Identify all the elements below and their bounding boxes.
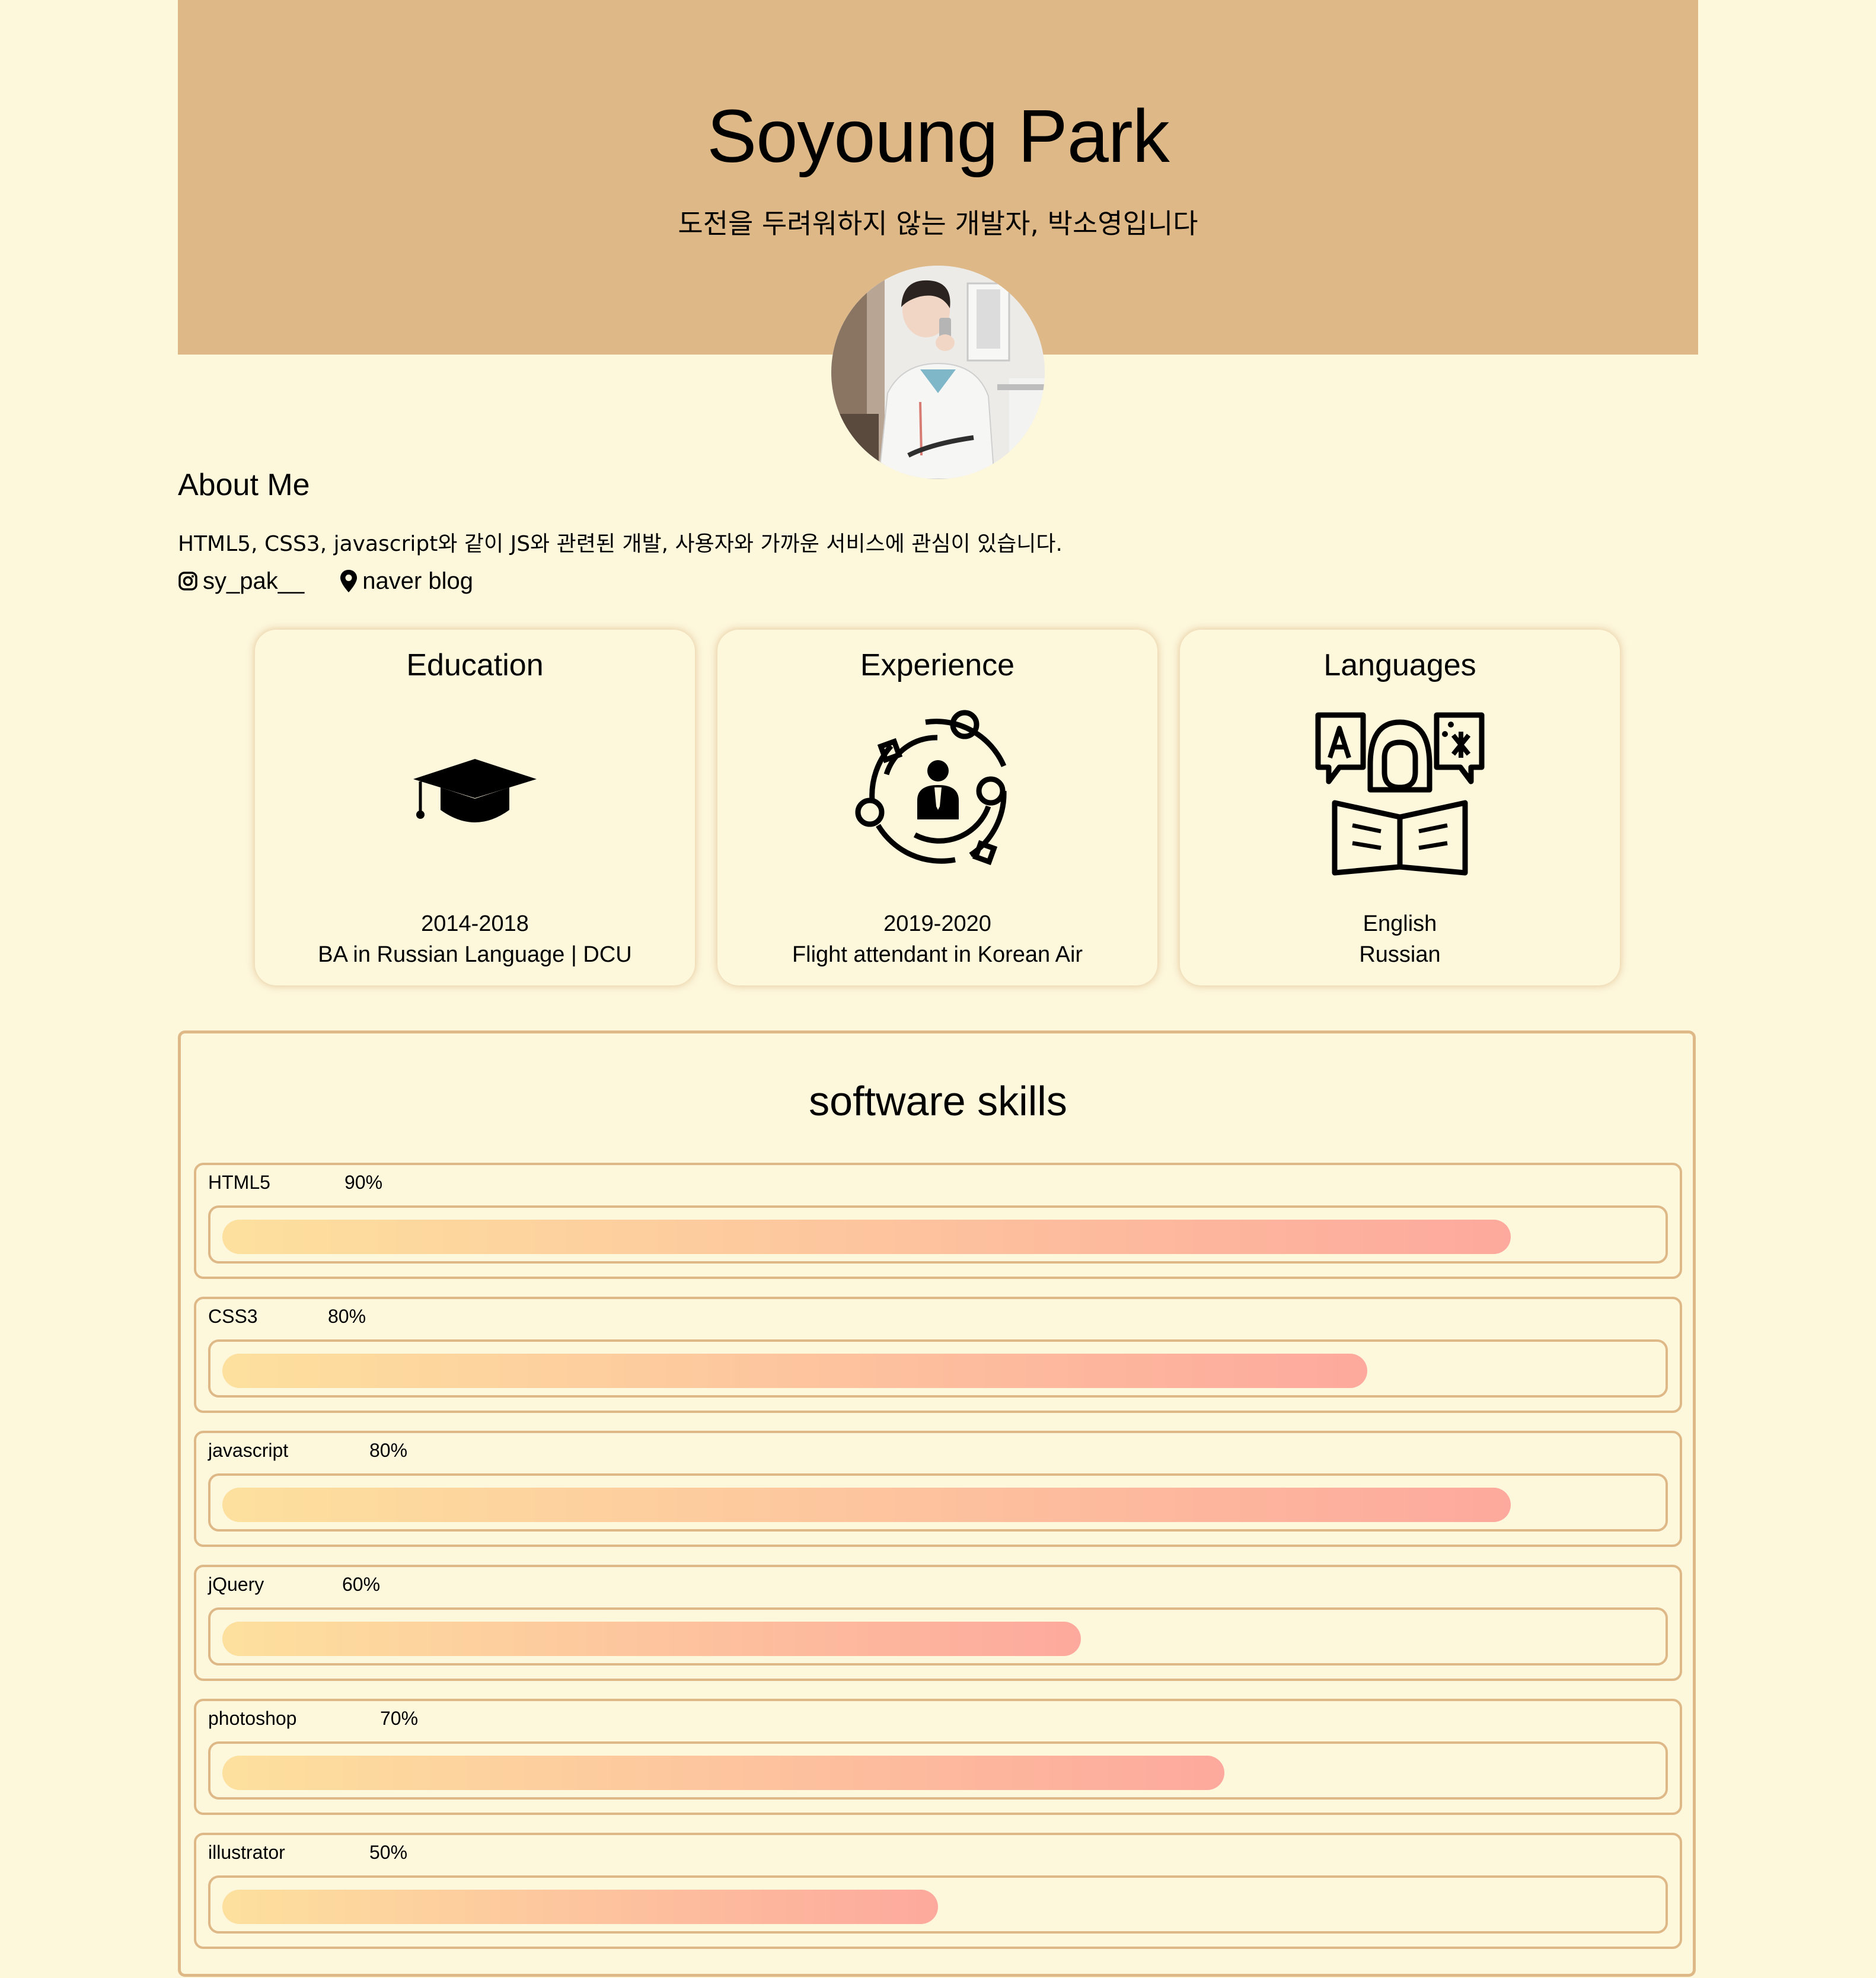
- language-1: English: [1363, 911, 1437, 936]
- reader-speech-bubbles-icon: [1311, 701, 1489, 879]
- education-years: 2014-2018: [421, 911, 529, 936]
- skill-percent: 80%: [328, 1306, 366, 1327]
- skills-section: software skills HTML5 90% CSS3 80% javas…: [178, 1031, 1696, 1977]
- tagline: 도전을 두려워하지 않는 개발자, 박소영입니다: [678, 208, 1198, 240]
- skill-track: [208, 1473, 1668, 1532]
- skill-track: [208, 1741, 1668, 1800]
- skill-percent: 60%: [342, 1574, 381, 1595]
- card-title: Languages: [1323, 648, 1476, 682]
- skill-row: jQuery 60%: [194, 1565, 1682, 1681]
- skill-percent: 80%: [369, 1440, 408, 1461]
- skill-row: CSS3 80%: [194, 1297, 1682, 1413]
- skill-row: javascript 80%: [194, 1431, 1682, 1547]
- skill-name: CSS3: [208, 1306, 258, 1327]
- skills-title: software skills: [809, 1078, 1067, 1124]
- skill-name: HTML5: [208, 1172, 270, 1193]
- skill-row: photoshop 70%: [194, 1699, 1682, 1815]
- avatar: [831, 266, 1045, 479]
- blog-label: naver blog: [362, 567, 474, 594]
- card-title: Education: [406, 648, 544, 682]
- businessman-cycle-icon: [848, 701, 1026, 879]
- skill-name: photoshop: [208, 1708, 297, 1729]
- about-text: HTML5, CSS3, javascript와 같이 JS와 관련된 개발, …: [178, 532, 1063, 556]
- experience-years: 2019-2020: [883, 911, 991, 936]
- experience-card: Experience 2019-2020 Flight attendant in…: [717, 630, 1157, 985]
- blog-link[interactable]: naver blog: [340, 568, 473, 595]
- skill-track: [208, 1205, 1668, 1264]
- skill-track: [208, 1875, 1668, 1934]
- instagram-link[interactable]: sy_pak__: [178, 568, 304, 595]
- education-degree: BA in Russian Language | DCU: [318, 942, 632, 967]
- card-title: Experience: [860, 648, 1015, 682]
- graduation-cap-icon: [386, 701, 564, 879]
- skill-name: javascript: [208, 1440, 289, 1461]
- social-links: sy_pak__ naver blog: [178, 563, 473, 599]
- about-title: About Me: [178, 468, 310, 502]
- skill-bar: [222, 1488, 1511, 1522]
- experience-role: Flight attendant in Korean Air: [792, 942, 1083, 967]
- avatar-photo: [831, 266, 1045, 479]
- skill-row: HTML5 90%: [194, 1163, 1682, 1279]
- language-2: Russian: [1359, 942, 1441, 967]
- skill-bar: [222, 1220, 1511, 1254]
- skill-percent: 50%: [369, 1842, 408, 1863]
- skill-name: illustrator: [208, 1842, 285, 1863]
- education-card: Education 2014-2018 BA in Russian Langua…: [255, 630, 695, 985]
- skill-percent: 90%: [344, 1172, 383, 1193]
- skill-track: [208, 1339, 1668, 1398]
- instagram-icon: [178, 571, 198, 591]
- skill-bar: [222, 1756, 1224, 1790]
- skill-bar: [222, 1890, 938, 1924]
- page-title: Soyoung Park: [707, 94, 1170, 178]
- skill-track: [208, 1607, 1668, 1666]
- skill-row: illustrator 50%: [194, 1833, 1682, 1949]
- instagram-handle: sy_pak__: [203, 567, 305, 594]
- skill-name: jQuery: [208, 1574, 264, 1595]
- skill-percent: 70%: [380, 1708, 419, 1729]
- languages-card: Languages English Russian: [1180, 630, 1620, 985]
- location-pin-icon: [340, 569, 358, 593]
- skill-bar: [222, 1354, 1367, 1388]
- skill-bar: [222, 1622, 1081, 1656]
